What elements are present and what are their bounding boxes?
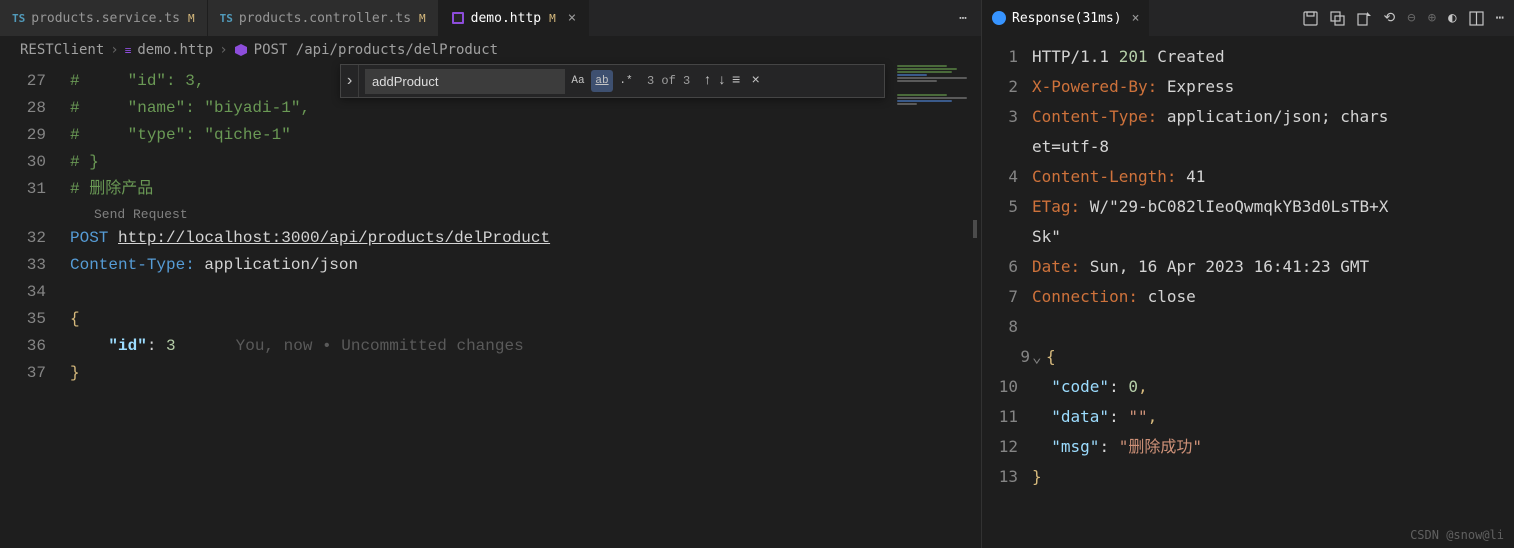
- find-count: 3 of 3: [647, 74, 690, 88]
- code-line: # "id": 3,: [70, 68, 204, 95]
- watermark: CSDN @snow@li: [1410, 528, 1504, 542]
- ts-icon: TS: [220, 12, 233, 25]
- code-line: }: [70, 360, 80, 387]
- modified-dot: M: [419, 12, 426, 25]
- http-header-line: Content-Type: application/json: [70, 252, 358, 279]
- refresh-icon[interactable]: ⟲: [1384, 10, 1396, 26]
- tab-demo-http[interactable]: demo.http M ×: [439, 0, 590, 36]
- editor-tabs: TS products.service.ts M TS products.con…: [0, 0, 981, 36]
- send-request-codelens[interactable]: Send Request: [0, 203, 981, 225]
- modified-dot: M: [188, 12, 195, 25]
- expand-icon[interactable]: ◐: [1448, 10, 1456, 26]
- code-line: # "name": "biyadi-1",: [70, 95, 310, 122]
- tab-response[interactable]: Response(31ms) ×: [982, 0, 1149, 36]
- git-blame-inline: You, now • Uncommitted changes: [236, 337, 524, 355]
- modified-dot: M: [549, 12, 556, 25]
- find-prev-icon[interactable]: ↑: [703, 73, 711, 89]
- http-request-line: POST http://localhost:3000/api/products/…: [70, 225, 550, 252]
- save-icon[interactable]: [1303, 11, 1318, 26]
- breadcrumb-file[interactable]: demo.http: [137, 42, 213, 58]
- response-editor[interactable]: 1HTTP/1.1 201 Created2X-Powered-By: Expr…: [982, 36, 1514, 548]
- find-next-icon[interactable]: ↓: [718, 73, 726, 89]
- find-input[interactable]: [365, 69, 565, 94]
- regex-icon[interactable]: .*: [615, 70, 637, 92]
- code-line: # }: [70, 149, 99, 176]
- tab-products-controller[interactable]: TS products.controller.ts M: [208, 0, 439, 36]
- response-icon: [992, 11, 1006, 25]
- chevron-right-icon: ›: [219, 42, 227, 58]
- symbol-icon: [234, 43, 248, 57]
- code-editor[interactable]: › Aa ab .* 3 of 3 ↑ ↓ ≡ × 27# "id": 3, 2…: [0, 64, 981, 548]
- tab-label: demo.http: [471, 11, 541, 26]
- http-icon: [451, 11, 465, 25]
- whole-word-icon[interactable]: ab: [591, 70, 613, 92]
- code-line: {: [70, 306, 80, 333]
- copy-icon[interactable]: [1330, 11, 1345, 26]
- file-icon: ≡: [125, 44, 132, 57]
- tab-label: products.controller.ts: [239, 11, 411, 26]
- tab-products-service[interactable]: TS products.service.ts M: [0, 0, 208, 36]
- chevron-right-icon: ›: [110, 42, 118, 58]
- tab-label: Response(31ms): [1012, 11, 1122, 26]
- export-icon[interactable]: [1357, 11, 1372, 26]
- find-close-icon[interactable]: ×: [751, 73, 759, 89]
- more-icon[interactable]: ⋯: [959, 11, 967, 26]
- breadcrumb-symbol[interactable]: POST /api/products/delProduct: [254, 42, 498, 58]
- unfold-icon[interactable]: ⊕: [1428, 10, 1436, 26]
- minimap[interactable]: [891, 64, 981, 548]
- ts-icon: TS: [12, 12, 25, 25]
- breadcrumb[interactable]: RESTClient › ≡ demo.http › POST /api/pro…: [0, 36, 981, 64]
- tab-label: products.service.ts: [31, 11, 180, 26]
- find-toggle-replace[interactable]: ›: [341, 65, 359, 97]
- response-tabs: Response(31ms) × ⟲ ⊖ ⊕ ◐ ⋯: [982, 0, 1514, 36]
- code-line: # 删除产品: [70, 176, 153, 203]
- split-icon[interactable]: [1469, 11, 1484, 26]
- code-line: "id": 3You, now • Uncommitted changes: [70, 333, 524, 360]
- find-widget: › Aa ab .* 3 of 3 ↑ ↓ ≡ ×: [340, 64, 885, 98]
- find-in-selection-icon[interactable]: ≡: [732, 73, 740, 89]
- fold-icon[interactable]: ⊖: [1407, 10, 1415, 26]
- close-icon[interactable]: ×: [1132, 11, 1140, 26]
- more-icon[interactable]: ⋯: [1496, 10, 1504, 26]
- match-case-icon[interactable]: Aa: [567, 70, 589, 92]
- breadcrumb-root[interactable]: RESTClient: [20, 42, 104, 58]
- code-line: # "type": "qiche-1": [70, 122, 291, 149]
- close-icon[interactable]: ×: [568, 10, 576, 26]
